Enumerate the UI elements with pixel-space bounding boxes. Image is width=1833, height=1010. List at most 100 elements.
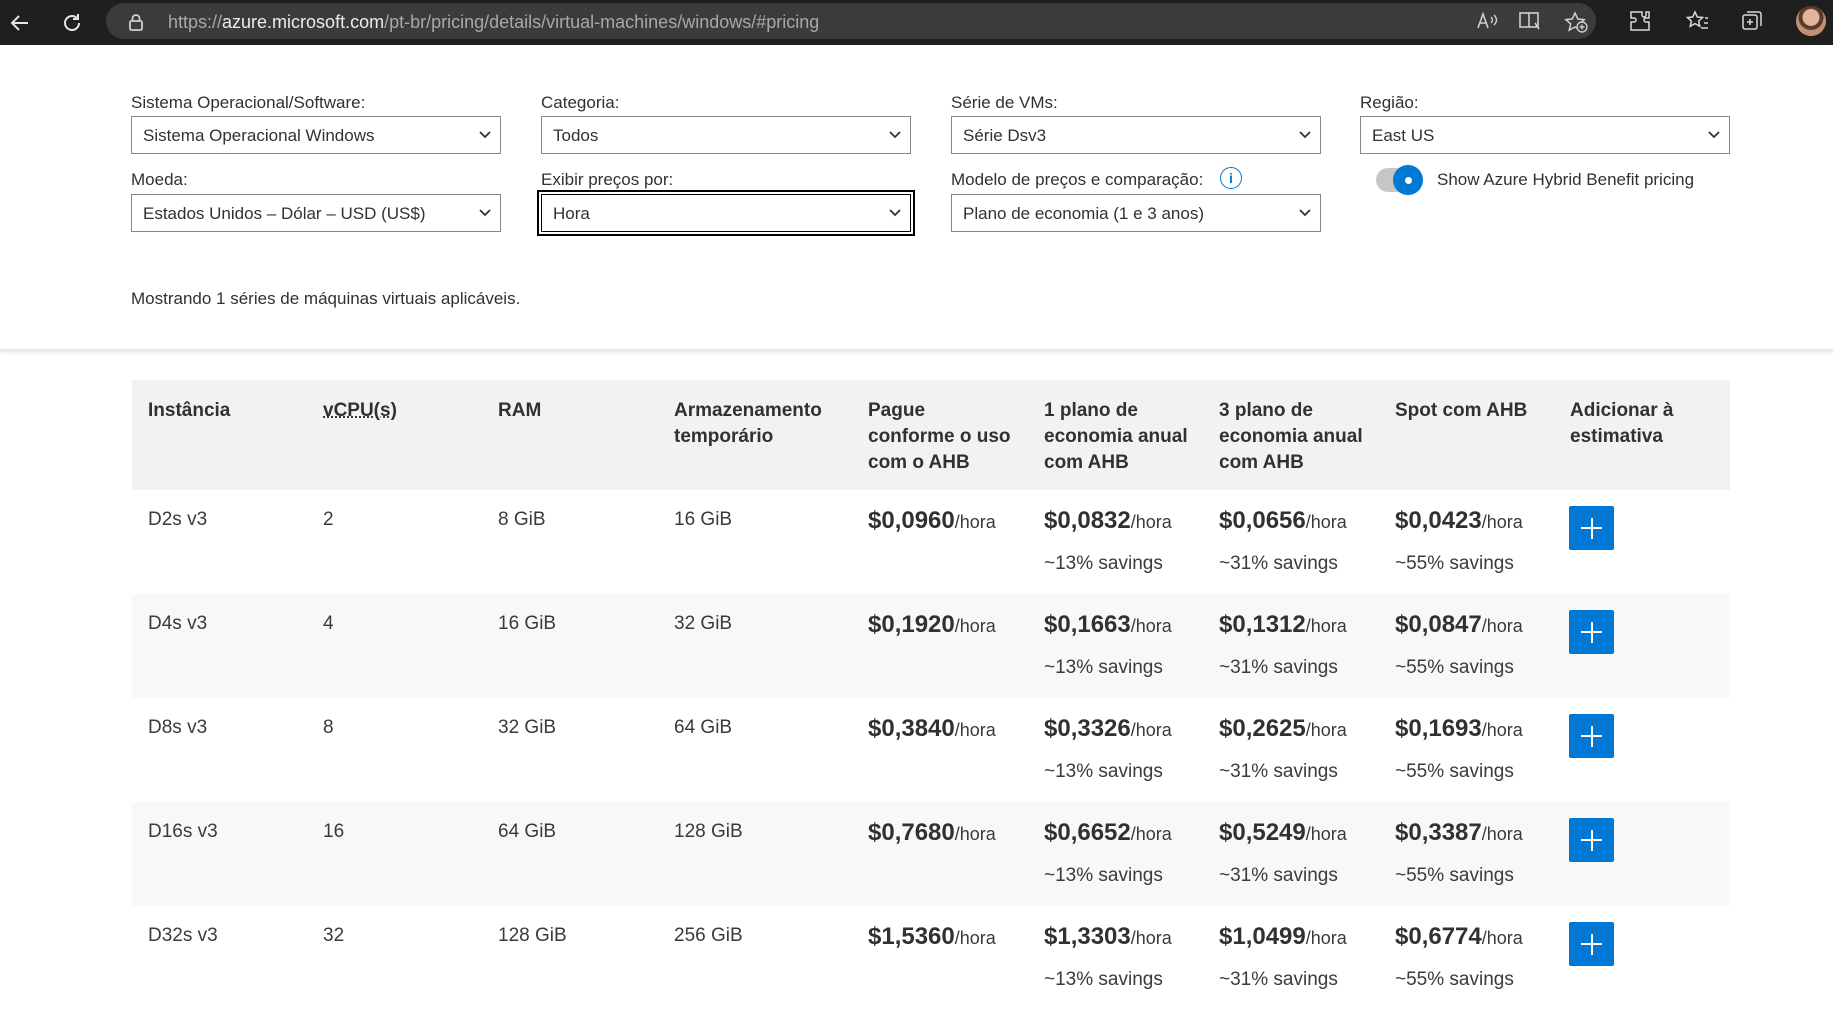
vcpu-value: 32: [323, 925, 345, 946]
plan3-savings: ~31% savings: [1219, 553, 1338, 574]
profile-avatar[interactable]: [1796, 6, 1826, 36]
plan3-price: $0,2625/hora: [1219, 715, 1347, 742]
payg-price: $1,5360/hora: [868, 923, 996, 950]
vm-series-label: Série de VMs:: [951, 93, 1058, 112]
header-instance: Instância: [148, 400, 231, 421]
spot-price: $0,0847/hora: [1395, 611, 1523, 638]
instance-name: D4s v3: [148, 613, 208, 634]
ram-value: 128 GiB: [498, 925, 567, 946]
add-to-estimate-button[interactable]: [1569, 610, 1614, 654]
display-prices-label: Exibir preços por:: [541, 170, 674, 189]
favorites-icon[interactable]: [1685, 9, 1710, 38]
spot-savings: ~55% savings: [1395, 865, 1514, 886]
plan3-savings: ~31% savings: [1219, 761, 1338, 782]
table-row: D8s v3 8 32 GiB 64 GiB $0,3840/hora $0,3…: [132, 698, 1730, 802]
immersive-reader-icon[interactable]: [1518, 11, 1542, 36]
spot-savings: ~55% savings: [1395, 761, 1514, 782]
os-label: Sistema Operacional/Software:: [131, 93, 366, 112]
section-divider: [0, 349, 1833, 352]
results-count: Mostrando 1 séries de máquinas virtuais …: [131, 289, 521, 308]
ram-value: 32 GiB: [498, 717, 557, 738]
payg-price: $0,0960/hora: [868, 507, 996, 534]
ram-value: 8 GiB: [498, 509, 546, 530]
header-vcpu[interactable]: vCPU(s): [323, 398, 397, 424]
spot-savings: ~55% savings: [1395, 657, 1514, 678]
url-text: https://azure.microsoft.com/pt-br/pricin…: [168, 12, 820, 32]
plan3-price: $0,1312/hora: [1219, 611, 1347, 638]
header-3yr-plan: 3 plano de economia anual com AHB: [1219, 400, 1363, 473]
currency-select[interactable]: Estados Unidos – Dólar – USD (US$): [131, 194, 501, 232]
hybrid-benefit-label: Show Azure Hybrid Benefit pricing: [1437, 170, 1695, 189]
display-prices-select[interactable]: Hora: [537, 190, 915, 236]
storage-value: 128 GiB: [674, 821, 743, 842]
spot-price: $0,3387/hora: [1395, 819, 1523, 846]
instance-name: D32s v3: [148, 925, 218, 946]
plan3-savings: ~31% savings: [1219, 865, 1338, 886]
plan1-price: $0,0832/hora: [1044, 507, 1172, 534]
hybrid-benefit-toggle[interactable]: [1376, 165, 1423, 195]
read-aloud-icon[interactable]: [1476, 11, 1498, 36]
spot-savings: ~55% savings: [1395, 969, 1514, 990]
address-bar[interactable]: https://azure.microsoft.com/pt-br/pricin…: [106, 3, 1596, 39]
table-row: D32s v3 32 128 GiB 256 GiB $1,5360/hora …: [132, 906, 1730, 1010]
plan3-savings: ~31% savings: [1219, 969, 1338, 990]
plan1-savings: ~13% savings: [1044, 761, 1163, 782]
storage-value: 16 GiB: [674, 509, 733, 530]
chevron-down-icon: [889, 209, 901, 217]
plan3-price: $0,5249/hora: [1219, 819, 1347, 846]
plan1-price: $0,3326/hora: [1044, 715, 1172, 742]
collections-icon[interactable]: [1740, 9, 1764, 38]
add-to-estimate-button[interactable]: [1569, 506, 1614, 550]
table-row: D2s v3 2 8 GiB 16 GiB $0,0960/hora $0,08…: [132, 490, 1730, 594]
region-label: Região:: [1360, 93, 1419, 112]
add-to-estimate-button[interactable]: [1569, 714, 1614, 758]
back-icon[interactable]: [0, 0, 40, 45]
category-select[interactable]: Todos: [541, 116, 911, 154]
chevron-down-icon: [1299, 209, 1311, 217]
chevron-down-icon: [479, 131, 491, 139]
vcpu-value: 4: [323, 613, 334, 634]
spot-savings: ~55% savings: [1395, 553, 1514, 574]
table-header: Instância vCPU(s) RAM Armazenamento tempo…: [132, 380, 1730, 490]
header-spot: Spot com AHB: [1395, 400, 1528, 421]
plan3-savings: ~31% savings: [1219, 657, 1338, 678]
chevron-down-icon: [1708, 131, 1720, 139]
pricing-model-select[interactable]: Plano de economia (1 e 3 anos): [951, 194, 1321, 232]
spot-price: $0,6774/hora: [1395, 923, 1523, 950]
vcpu-value: 8: [323, 717, 334, 738]
currency-label: Moeda:: [131, 170, 188, 189]
payg-price: $0,3840/hora: [868, 715, 996, 742]
ram-value: 16 GiB: [498, 613, 557, 634]
spot-price: $0,1693/hora: [1395, 715, 1523, 742]
spot-price: $0,0423/hora: [1395, 507, 1523, 534]
chevron-down-icon: [1299, 131, 1311, 139]
plan1-price: $1,3303/hora: [1044, 923, 1172, 950]
storage-value: 256 GiB: [674, 925, 743, 946]
header-add-estimate: Adicionar à estimativa: [1570, 400, 1674, 447]
plan3-price: $0,0656/hora: [1219, 507, 1347, 534]
plan1-savings: ~13% savings: [1044, 553, 1163, 574]
vm-series-select[interactable]: Série Dsv3: [951, 116, 1321, 154]
payg-price: $0,7680/hora: [868, 819, 996, 846]
pricing-table: Instância vCPU(s) RAM Armazenamento tempo…: [132, 380, 1730, 1010]
chevron-down-icon: [479, 209, 491, 217]
add-favorite-icon[interactable]: [1563, 11, 1588, 38]
add-to-estimate-button[interactable]: [1569, 818, 1614, 862]
os-select[interactable]: Sistema Operacional Windows: [131, 116, 501, 154]
extensions-icon[interactable]: [1628, 9, 1652, 38]
pricing-model-label: Modelo de preços e comparação:: [951, 170, 1204, 189]
refresh-icon[interactable]: [52, 0, 92, 45]
browser-toolbar: https://azure.microsoft.com/pt-br/pricin…: [0, 0, 1833, 45]
header-1yr-plan: 1 plano de economia anual com AHB: [1044, 400, 1188, 473]
instance-name: D8s v3: [148, 717, 208, 738]
region-select[interactable]: East US: [1360, 116, 1730, 154]
add-to-estimate-button[interactable]: [1569, 922, 1614, 966]
header-temp-storage: Armazenamento temporário: [674, 400, 822, 447]
info-icon[interactable]: i: [1220, 167, 1242, 189]
plan3-price: $1,0499/hora: [1219, 923, 1347, 950]
instance-name: D2s v3: [148, 509, 208, 530]
vcpu-value: 2: [323, 509, 334, 530]
storage-value: 64 GiB: [674, 717, 733, 738]
instance-name: D16s v3: [148, 821, 218, 842]
payg-price: $0,1920/hora: [868, 611, 996, 638]
